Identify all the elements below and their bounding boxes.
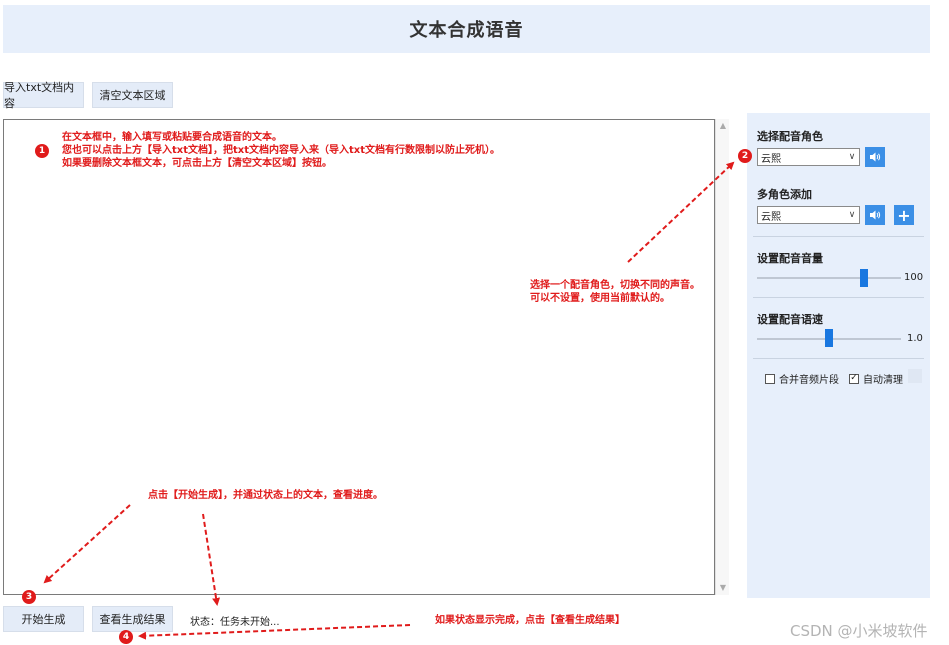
- arrow-to-start-button: [43, 504, 131, 584]
- arrow-to-view-button: [138, 624, 411, 640]
- arrow-to-voice-select: [627, 161, 735, 263]
- watermark: CSDN @小米坡软件: [790, 622, 928, 640]
- annotation-arrows: [43, 161, 735, 640]
- arrow-to-status: [202, 513, 221, 606]
